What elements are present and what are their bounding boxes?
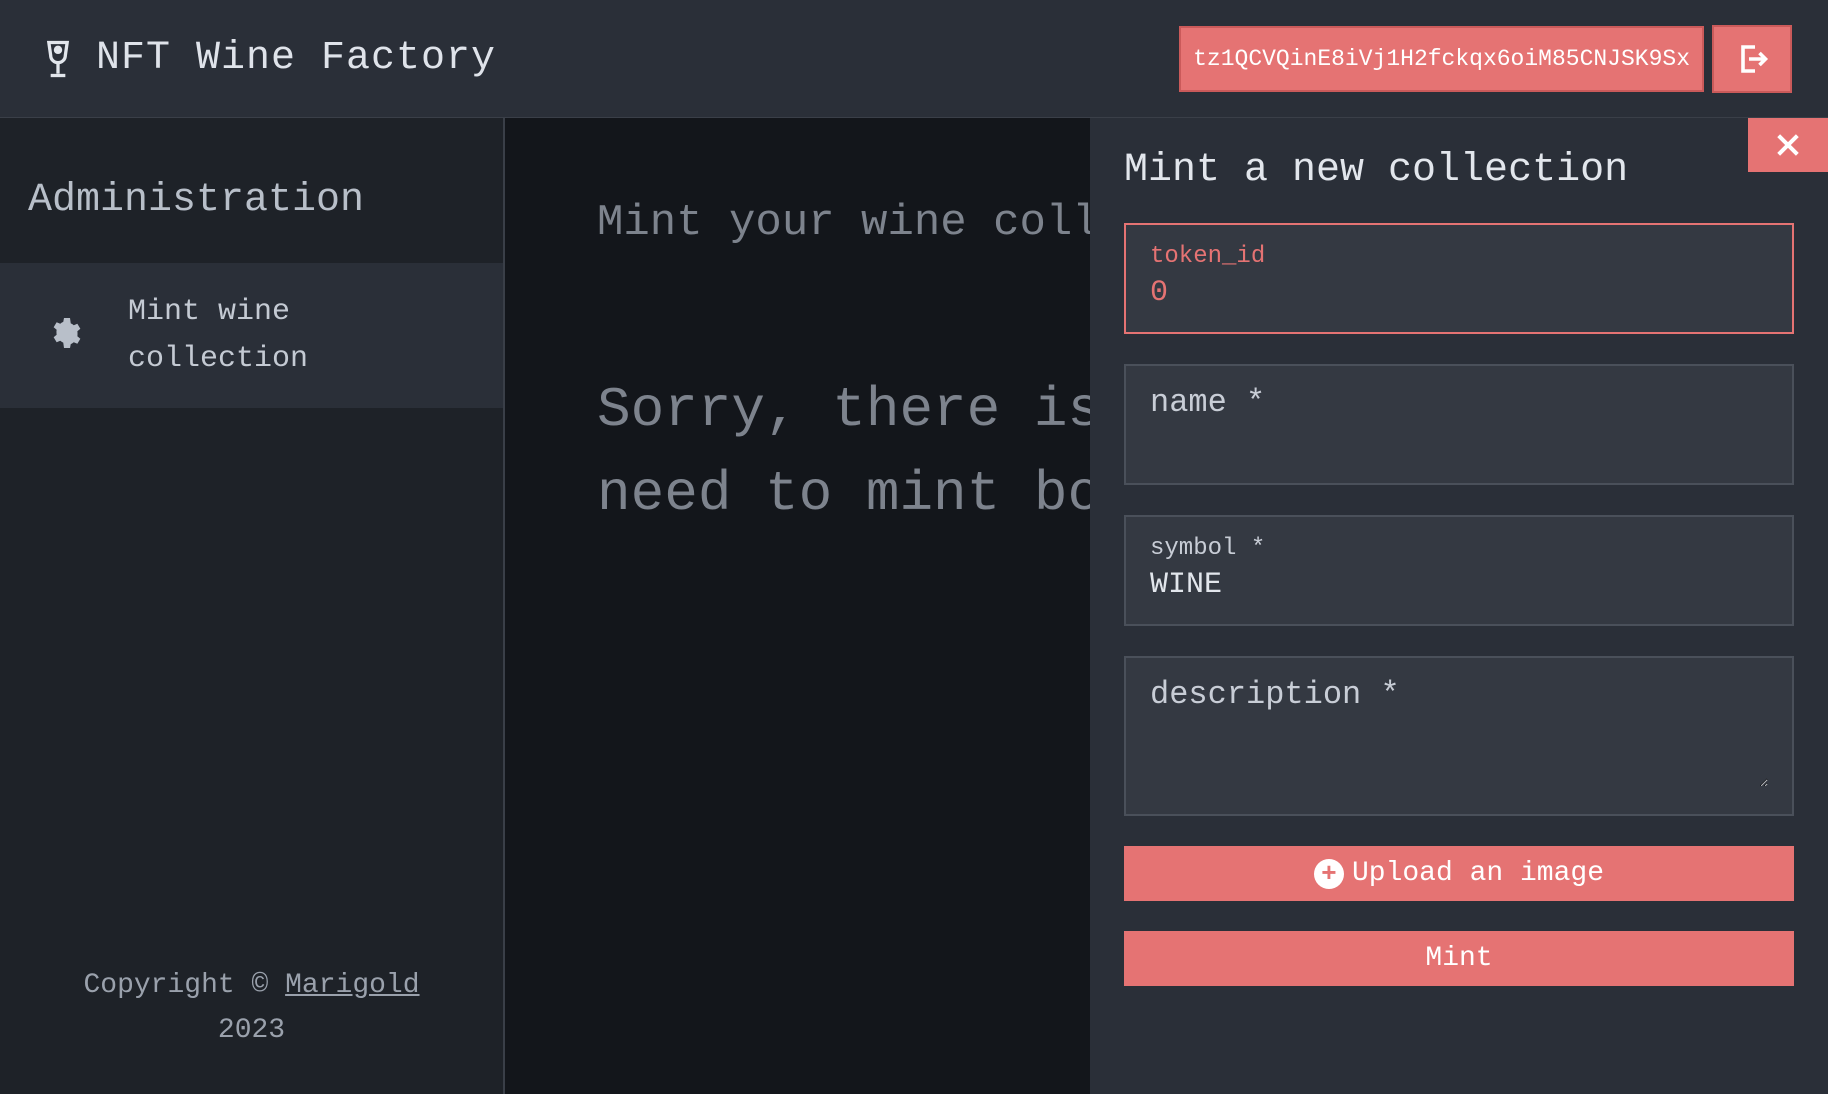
close-icon <box>1772 129 1804 161</box>
symbol-value: WINE <box>1150 568 1768 602</box>
header-left: NFT Wine Factory <box>36 36 496 81</box>
sidebar-item-mint-wine[interactable]: Mint wine collection <box>0 263 503 408</box>
symbol-label: symbol * <box>1150 535 1768 562</box>
footer-link[interactable]: Marigold <box>285 970 419 1001</box>
wine-glass-icon <box>36 37 80 81</box>
symbol-field[interactable]: symbol * WINE <box>1124 515 1794 626</box>
description-label: description * <box>1150 676 1768 713</box>
upload-image-button[interactable]: + Upload an image <box>1124 846 1794 901</box>
wallet-address-box[interactable]: tz1QCVQinE8iVj1H2fckqx6oiM85CNJSK9Sx <box>1179 26 1704 92</box>
token-id-label: token_id <box>1150 243 1768 270</box>
header-right: tz1QCVQinE8iVj1H2fckqx6oiM85CNJSK9Sx <box>1179 25 1792 93</box>
description-input[interactable] <box>1150 719 1768 787</box>
logout-button[interactable] <box>1712 25 1792 93</box>
name-field[interactable]: name * <box>1124 364 1794 485</box>
mint-label: Mint <box>1425 943 1492 974</box>
mint-button[interactable]: Mint <box>1124 931 1794 986</box>
plus-circle-icon: + <box>1314 859 1344 889</box>
token-id-value: 0 <box>1150 276 1768 310</box>
footer-prefix: Copyright © <box>83 970 285 1001</box>
sidebar: Administration Mint wine collection Copy… <box>0 118 505 1094</box>
mint-drawer: Mint a new collection token_id 0 name * … <box>1090 118 1828 1094</box>
name-label: name * <box>1150 384 1768 421</box>
description-field[interactable]: description * <box>1124 656 1794 816</box>
logout-icon <box>1734 41 1770 77</box>
name-input[interactable] <box>1150 427 1768 461</box>
token-id-field[interactable]: token_id 0 <box>1124 223 1794 334</box>
gear-icon <box>46 315 82 356</box>
app-header: NFT Wine Factory tz1QCVQinE8iVj1H2fckqx6… <box>0 0 1828 118</box>
sidebar-title: Administration <box>0 178 503 263</box>
app-title: NFT Wine Factory <box>96 36 496 81</box>
footer-year: 2023 <box>218 1015 285 1046</box>
drawer-title: Mint a new collection <box>1124 148 1794 193</box>
sidebar-item-label: Mint wine collection <box>128 289 457 382</box>
sidebar-footer: Copyright © Marigold 2023 <box>0 964 503 1094</box>
upload-label: Upload an image <box>1352 858 1604 889</box>
close-button[interactable] <box>1748 118 1828 172</box>
